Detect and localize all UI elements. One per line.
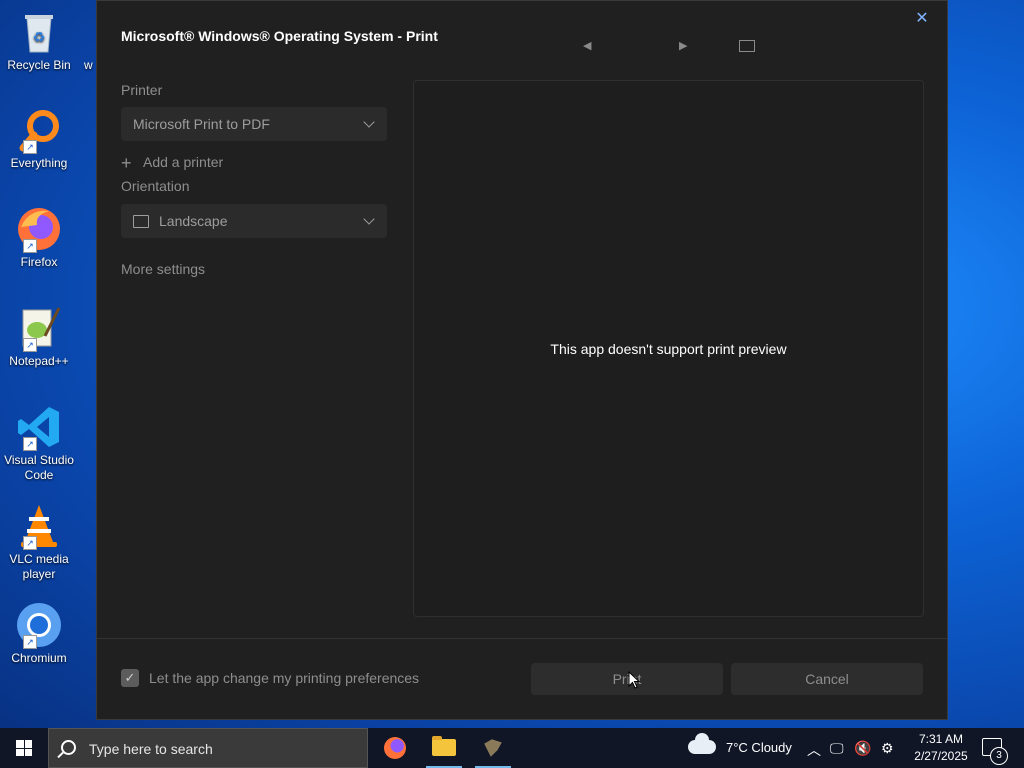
add-printer-label: Add a printer	[143, 154, 224, 170]
more-settings-link[interactable]: More settings	[121, 261, 205, 277]
orientation-select-value: Landscape	[159, 213, 228, 229]
notification-count-badge: 3	[990, 747, 1008, 765]
add-printer-button[interactable]: + Add a printer	[121, 153, 223, 174]
weather-text: 7°C Cloudy	[726, 740, 792, 755]
orientation-select[interactable]: Landscape	[121, 204, 387, 238]
desktop-icon-recycle-bin[interactable]: ♻ Recycle Bin	[4, 8, 74, 73]
taskbar-firefox[interactable]	[372, 728, 418, 768]
triangle-left-icon: ◀	[583, 40, 592, 52]
network-icon[interactable]: 🖵	[830, 740, 844, 757]
app-preferences-checkbox[interactable]: ✓	[121, 669, 139, 687]
print-preview-pane: This app doesn't support print preview	[413, 80, 924, 617]
search-placeholder: Type here to search	[89, 741, 213, 757]
close-button[interactable]: ✕	[911, 9, 933, 29]
hidden-desktop-icon-label: w	[84, 58, 93, 72]
mouse-cursor-icon	[628, 671, 640, 689]
firefox-icon	[384, 737, 406, 759]
plus-icon: +	[121, 153, 132, 173]
gear-icon[interactable]: ⚙	[881, 740, 894, 757]
printer-select-value: Microsoft Print to PDF	[133, 116, 270, 132]
printer-label: Printer	[121, 82, 163, 98]
taskbar-file-explorer[interactable]	[421, 728, 467, 768]
vlc-icon: ↗	[15, 502, 63, 550]
desktop-icon-chromium[interactable]: ↗ Chromium	[4, 601, 74, 666]
landscape-icon	[133, 215, 149, 228]
everything-icon: ↗	[15, 106, 63, 154]
fit-page-button[interactable]	[739, 40, 755, 52]
orientation-label: Orientation	[121, 178, 190, 194]
desktop-icon-label: Visual Studio Code	[4, 453, 74, 482]
desktop-icon-label: Chromium	[11, 651, 67, 665]
desktop-icon-notepadpp[interactable]: ↗ Notepad++	[4, 304, 74, 369]
chevron-up-icon[interactable]: ︿	[807, 740, 821, 760]
desktop-icon-firefox[interactable]: ↗ Firefox	[4, 205, 74, 270]
recycle-bin-icon: ♻	[15, 8, 63, 56]
vscode-icon: ↗	[15, 403, 63, 451]
start-button[interactable]	[0, 728, 48, 768]
shortcut-arrow-icon: ↗	[23, 635, 37, 649]
dialog-title: Microsoft® Windows® Operating System - P…	[121, 28, 438, 44]
desktop-icon-label: Everything	[10, 156, 68, 170]
cancel-button[interactable]: Cancel	[731, 663, 923, 695]
desktop-icon-label: VLC media player	[9, 552, 69, 581]
firefox-icon: ↗	[15, 205, 63, 253]
taskbar-search[interactable]: Type here to search	[48, 728, 368, 768]
clock[interactable]: 7:31 AM 2/27/2025	[912, 731, 970, 765]
windows-logo-icon	[16, 740, 32, 756]
desktop-icon-everything[interactable]: ↗ Everything	[4, 106, 74, 171]
triangle-right-icon: ▶	[679, 40, 688, 52]
cloud-icon	[688, 733, 716, 754]
clock-date: 2/27/2025	[914, 749, 968, 763]
folder-icon	[432, 736, 456, 756]
shortcut-arrow-icon: ↗	[23, 536, 37, 550]
shortcut-arrow-icon: ↗	[23, 140, 37, 154]
preview-message: This app doesn't support print preview	[550, 341, 787, 357]
desktop-icon-label: Firefox	[20, 255, 58, 269]
taskbar: Type here to search 7°C Cloudy ︿ 🖵 🔇 ⚙ 7…	[0, 728, 1024, 768]
clock-time: 7:31 AM	[918, 732, 964, 746]
chevron-down-icon	[363, 116, 375, 128]
shortcut-arrow-icon: ↗	[23, 239, 37, 253]
chromium-icon: ↗	[15, 601, 63, 649]
print-button[interactable]: Print	[531, 663, 723, 695]
close-icon: ✕	[915, 10, 929, 27]
desktop-icon-vlc[interactable]: ↗ VLC media player	[4, 502, 74, 582]
taskbar-gimp[interactable]	[470, 728, 516, 768]
shortcut-arrow-icon: ↗	[23, 437, 37, 451]
shortcut-arrow-icon: ↗	[23, 338, 37, 352]
volume-muted-icon[interactable]: 🔇	[854, 740, 871, 757]
previous-page-button[interactable]: ◀	[583, 39, 591, 52]
dialog-footer: ✓ Let the app change my printing prefere…	[97, 638, 947, 719]
app-preferences-label: Let the app change my printing preferenc…	[149, 670, 420, 686]
gimp-icon	[484, 739, 502, 757]
checkmark-icon: ✓	[124, 670, 136, 685]
next-page-button[interactable]: ▶	[679, 39, 687, 52]
desktop-icon-label: Recycle Bin	[7, 58, 71, 72]
desktop-icon-vscode[interactable]: ↗ Visual Studio Code	[4, 403, 74, 483]
notepadpp-icon: ↗	[15, 304, 63, 352]
desktop-icon-label: Notepad++	[9, 354, 69, 368]
svg-text:♻: ♻	[33, 29, 46, 45]
chevron-down-icon	[363, 213, 375, 225]
search-icon	[61, 740, 76, 755]
printer-select[interactable]: Microsoft Print to PDF	[121, 107, 387, 141]
print-dialog: Microsoft® Windows® Operating System - P…	[96, 0, 948, 720]
